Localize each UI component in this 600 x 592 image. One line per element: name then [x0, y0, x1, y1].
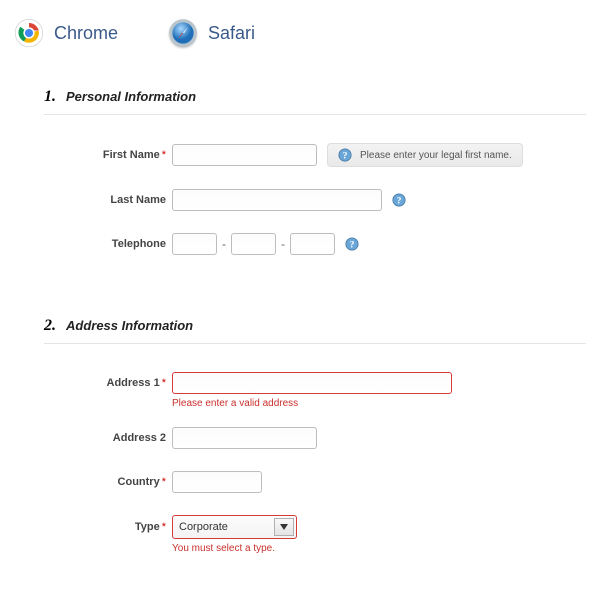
help-icon[interactable]: ?: [345, 237, 359, 251]
type-error: You must select a type.: [172, 543, 586, 554]
telephone-input-2[interactable]: [231, 233, 276, 255]
label-address1: Address 1*: [14, 377, 172, 389]
address1-input[interactable]: [172, 372, 452, 394]
section-title-1: Personal Information: [66, 89, 196, 104]
last-name-input[interactable]: [172, 189, 382, 211]
dash: -: [222, 237, 226, 251]
first-name-tooltip: ? Please enter your legal first name.: [327, 143, 523, 167]
chrome-icon: [14, 18, 44, 48]
label-first-name: First Name*: [14, 149, 172, 161]
svg-text:?: ?: [397, 196, 402, 207]
browser-safari: Safari: [168, 18, 255, 48]
safari-label: Safari: [208, 23, 255, 44]
telephone-input-1[interactable]: [172, 233, 217, 255]
type-selected-value: Corporate: [179, 521, 228, 533]
help-icon: ?: [338, 148, 352, 162]
section-address-header: 2. Address Information: [44, 317, 586, 344]
svg-text:?: ?: [350, 240, 355, 251]
first-name-input[interactable]: [172, 144, 317, 166]
label-telephone: Telephone: [14, 238, 172, 250]
section-title-2: Address Information: [66, 318, 193, 333]
chrome-label: Chrome: [54, 23, 118, 44]
section-number-2: 2.: [44, 317, 56, 335]
svg-text:?: ?: [343, 151, 348, 162]
address2-input[interactable]: [172, 427, 317, 449]
safari-icon: [168, 18, 198, 48]
type-select[interactable]: Corporate: [172, 515, 297, 539]
label-country: Country*: [14, 476, 172, 488]
help-icon[interactable]: ?: [392, 193, 406, 207]
chevron-down-icon: [274, 518, 294, 536]
label-type: Type*: [14, 521, 172, 533]
label-last-name: Last Name: [14, 194, 172, 206]
dash: -: [281, 237, 285, 251]
country-input[interactable]: [172, 471, 262, 493]
section-personal-header: 1. Personal Information: [44, 88, 586, 115]
browser-chrome: Chrome: [14, 18, 118, 48]
telephone-input-3[interactable]: [290, 233, 335, 255]
section-number-1: 1.: [44, 88, 56, 106]
address1-error: Please enter a valid address: [172, 398, 586, 409]
label-address2: Address 2: [14, 432, 172, 444]
